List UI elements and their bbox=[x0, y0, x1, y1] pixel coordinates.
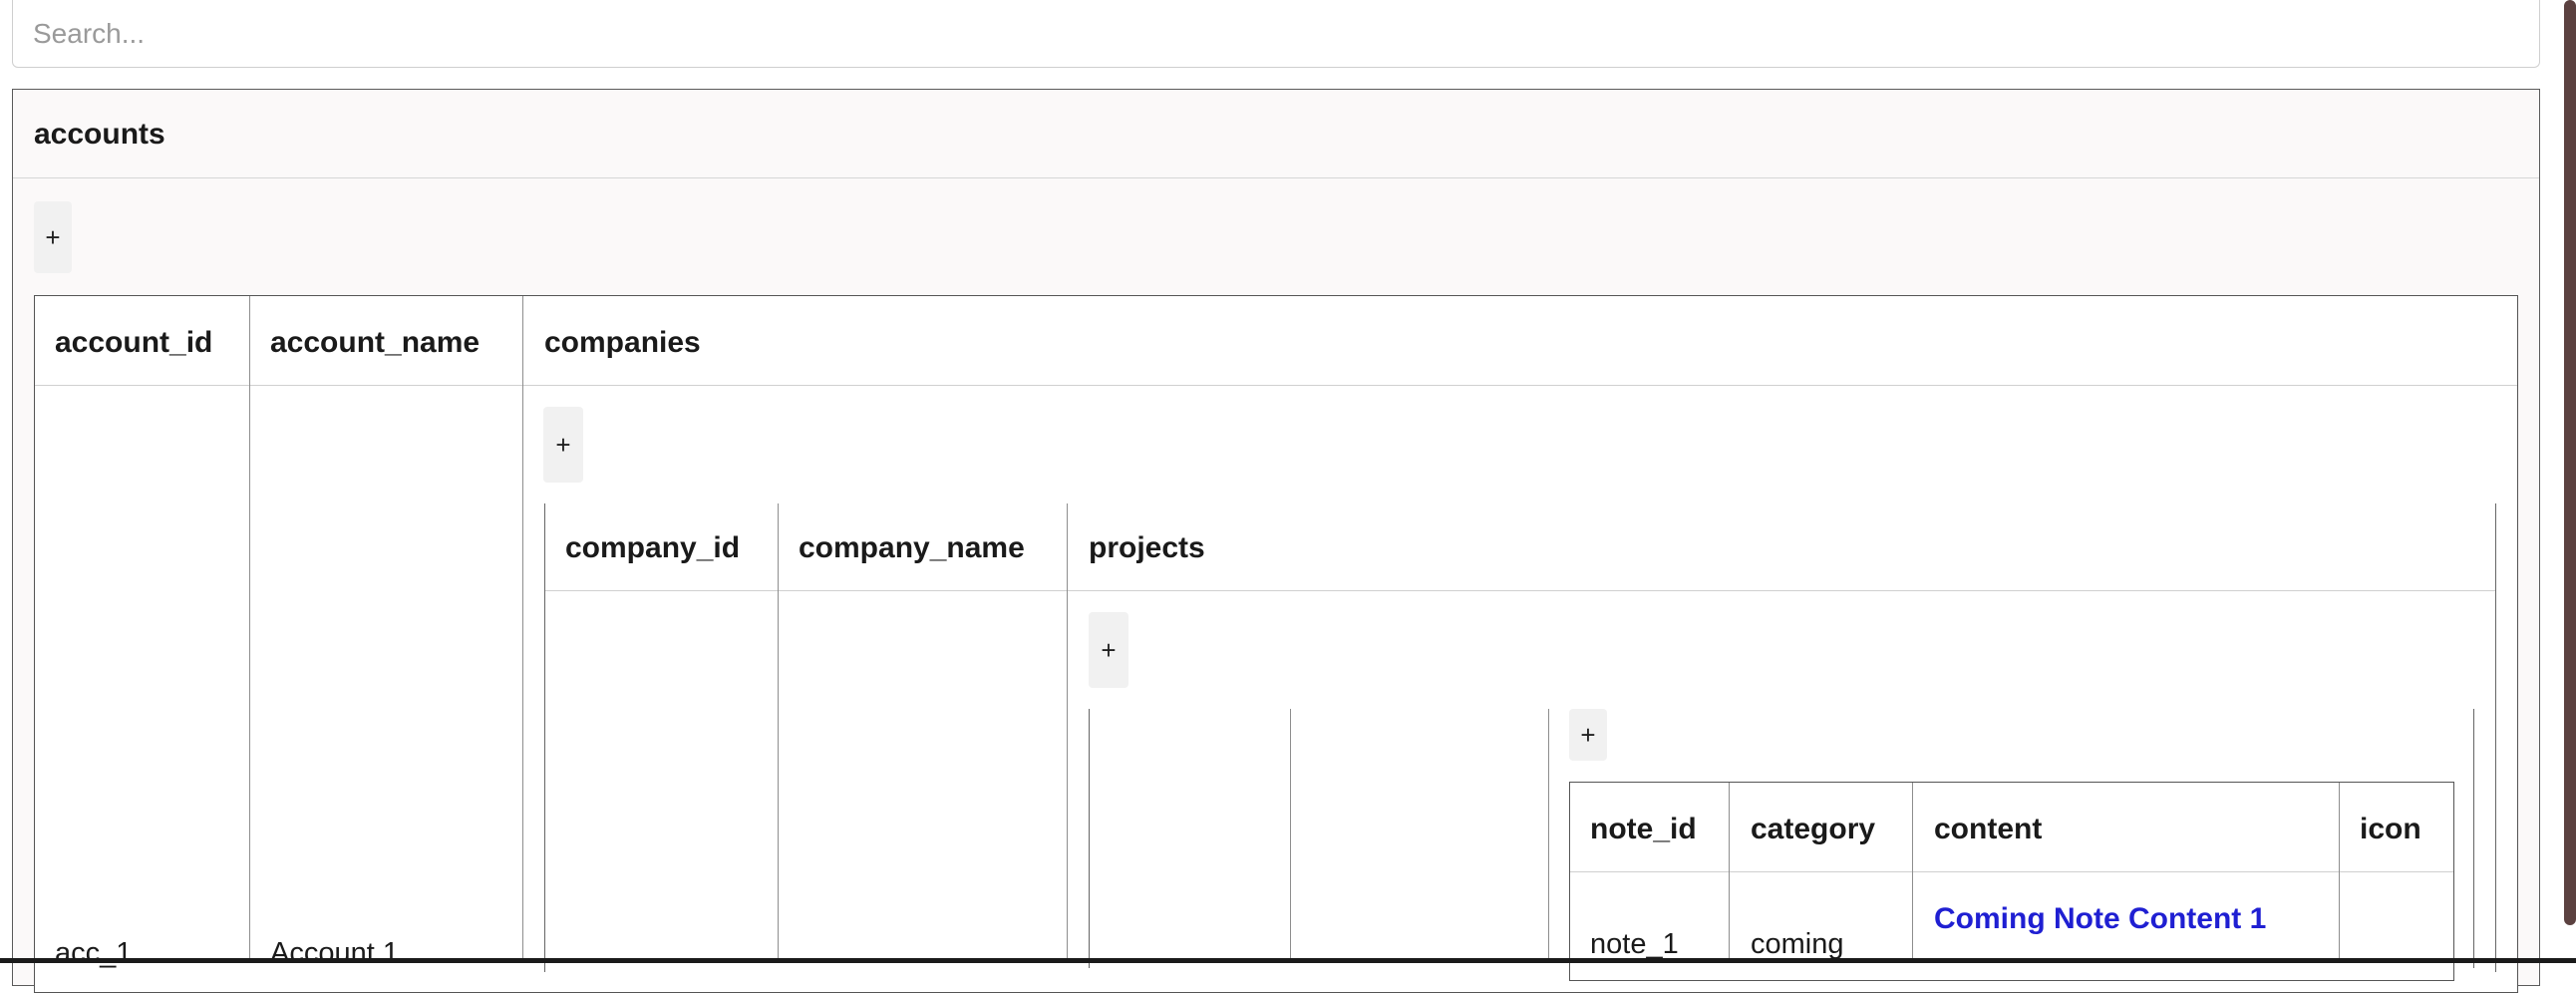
header-account-name: account_name bbox=[270, 326, 481, 359]
add-project-button[interactable]: + bbox=[1089, 612, 1128, 688]
add-company-button[interactable]: + bbox=[543, 407, 583, 483]
cell-account-name: Account 1 bbox=[270, 937, 399, 969]
companies-col-divider-1 bbox=[778, 503, 779, 963]
notes-header-divider bbox=[1570, 871, 2453, 872]
companies-header-divider bbox=[545, 590, 2495, 591]
header-company-name: company_name bbox=[799, 531, 1025, 564]
notes-col-divider-2 bbox=[1912, 783, 1913, 963]
note-content-link[interactable]: Coming Note Content 1 bbox=[1934, 902, 2266, 936]
header-category: category bbox=[1751, 813, 1876, 845]
header-company-id: company_id bbox=[565, 531, 741, 564]
accounts-col-divider-2 bbox=[522, 296, 523, 963]
notes-table bbox=[1569, 782, 2454, 981]
accounts-title: accounts bbox=[13, 90, 2539, 178]
header-content: content bbox=[1934, 813, 2043, 845]
notes-col-divider-3 bbox=[2339, 783, 2340, 963]
notes-col-divider-1 bbox=[1729, 783, 1730, 963]
companies-col-divider-2 bbox=[1067, 503, 1068, 963]
cell-note-id: note_1 bbox=[1590, 928, 1679, 960]
search-input[interactable] bbox=[12, 0, 2540, 68]
accounts-col-divider-1 bbox=[249, 296, 250, 963]
accounts-header-divider bbox=[35, 385, 2517, 386]
scrollbar-thumb[interactable] bbox=[2564, 0, 2576, 925]
header-icon: icon bbox=[2360, 813, 2421, 845]
add-account-button[interactable]: + bbox=[34, 201, 72, 273]
cell-category: coming bbox=[1751, 928, 1844, 960]
header-account-id: account_id bbox=[55, 326, 213, 359]
projects-col-divider-1 bbox=[1290, 709, 1291, 963]
add-note-button[interactable]: + bbox=[1569, 709, 1607, 761]
cell-account-id: acc_1 bbox=[55, 937, 133, 969]
viewport-bottom-edge bbox=[0, 958, 2576, 963]
projects-col-divider-2 bbox=[1548, 709, 1549, 963]
header-companies: companies bbox=[544, 326, 701, 359]
header-note-id: note_id bbox=[1590, 813, 1697, 845]
header-projects: projects bbox=[1089, 531, 1205, 564]
